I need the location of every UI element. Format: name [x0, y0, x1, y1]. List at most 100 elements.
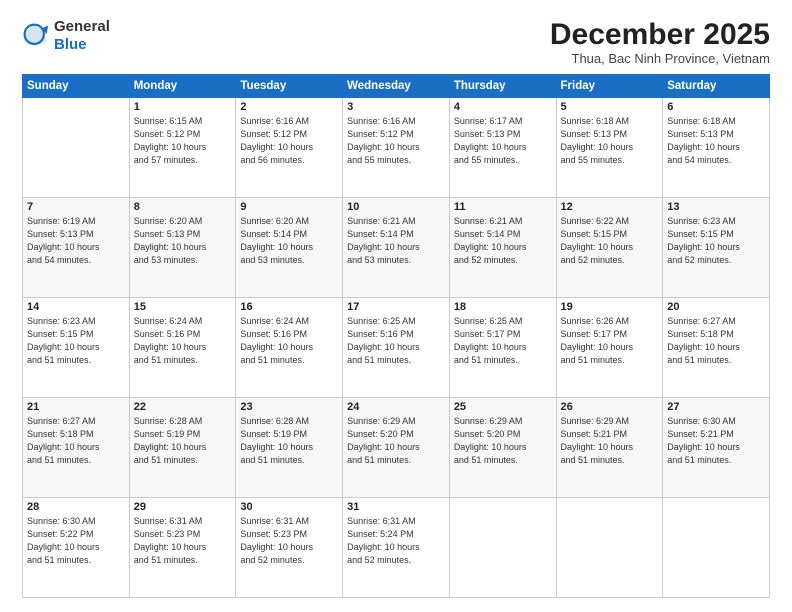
day-info: Sunrise: 6:18 AM Sunset: 5:13 PM Dayligh… — [561, 115, 659, 167]
calendar-cell: 8 Sunrise: 6:20 AM Sunset: 5:13 PM Daylig… — [129, 198, 236, 298]
calendar-week-2: 7Sunrise: 6:19 AM Sunset: 5:13 PM Daylig… — [23, 198, 770, 298]
day-number: 24 — [347, 401, 445, 413]
day-info: Sunrise: 6:23 AM Sunset: 5:15 PM Dayligh… — [667, 215, 765, 267]
day-number: 28 — [27, 501, 125, 513]
logo: General Blue — [22, 18, 110, 54]
location: Thua, Bac Ninh Province, Vietnam — [550, 51, 770, 66]
day-number: 21 — [27, 401, 125, 413]
calendar-cell: 3 Sunrise: 6:16 AM Sunset: 5:12 PM Daylig… — [343, 98, 450, 198]
day-info: Sunrise: 6:21 AM Sunset: 5:14 PM Dayligh… — [347, 215, 445, 267]
calendar-header-row: Sunday Monday Tuesday Wednesday Thursday… — [23, 75, 770, 98]
calendar-cell: 22 Sunrise: 6:28 AM Sunset: 5:19 PM Dayli… — [129, 398, 236, 498]
calendar-cell: 21Sunrise: 6:27 AM Sunset: 5:18 PM Dayli… — [23, 398, 130, 498]
calendar-cell: 31 Sunrise: 6:31 AM Sunset: 5:24 PM Dayli… — [343, 498, 450, 598]
day-info: Sunrise: 6:31 AM Sunset: 5:23 PM Dayligh… — [134, 515, 232, 567]
day-info: Sunrise: 6:29 AM Sunset: 5:20 PM Dayligh… — [454, 415, 552, 467]
calendar-cell: 23 Sunrise: 6:28 AM Sunset: 5:19 PM Dayli… — [236, 398, 343, 498]
day-info: Sunrise: 6:30 AM Sunset: 5:22 PM Dayligh… — [27, 515, 125, 567]
calendar-cell — [449, 498, 556, 598]
day-number: 16 — [240, 301, 338, 313]
col-sunday: Sunday — [23, 75, 130, 98]
day-number: 5 — [561, 101, 659, 113]
calendar-cell: 19Sunrise: 6:26 AM Sunset: 5:17 PM Dayli… — [556, 298, 663, 398]
logo-general: General — [54, 18, 110, 35]
month-title: December 2025 — [550, 18, 770, 51]
day-number: 26 — [561, 401, 659, 413]
day-info: Sunrise: 6:16 AM Sunset: 5:12 PM Dayligh… — [240, 115, 338, 167]
day-number: 18 — [454, 301, 552, 313]
calendar-cell: 30Sunrise: 6:31 AM Sunset: 5:23 PM Dayli… — [236, 498, 343, 598]
day-number: 9 — [240, 201, 338, 213]
day-number: 30 — [240, 501, 338, 513]
day-info: Sunrise: 6:23 AM Sunset: 5:15 PM Dayligh… — [27, 315, 125, 367]
day-number: 22 — [134, 401, 232, 413]
day-number: 7 — [27, 201, 125, 213]
day-number: 29 — [134, 501, 232, 513]
calendar-cell: 13 Sunrise: 6:23 AM Sunset: 5:15 PM Dayli… — [663, 198, 770, 298]
day-number: 20 — [667, 301, 765, 313]
day-number: 10 — [347, 201, 445, 213]
calendar-week-5: 28 Sunrise: 6:30 AM Sunset: 5:22 PM Dayli… — [23, 498, 770, 598]
calendar-cell: 15 Sunrise: 6:24 AM Sunset: 5:16 PM Dayli… — [129, 298, 236, 398]
calendar-cell: 27Sunrise: 6:30 AM Sunset: 5:21 PM Dayli… — [663, 398, 770, 498]
day-info: Sunrise: 6:27 AM Sunset: 5:18 PM Dayligh… — [667, 315, 765, 367]
day-number: 13 — [667, 201, 765, 213]
calendar-cell: 2 Sunrise: 6:16 AM Sunset: 5:12 PM Daylig… — [236, 98, 343, 198]
day-info: Sunrise: 6:29 AM Sunset: 5:20 PM Dayligh… — [347, 415, 445, 467]
calendar-week-3: 14Sunrise: 6:23 AM Sunset: 5:15 PM Dayli… — [23, 298, 770, 398]
day-number: 2 — [240, 101, 338, 113]
calendar-cell: 18 Sunrise: 6:25 AM Sunset: 5:17 PM Dayli… — [449, 298, 556, 398]
calendar-cell: 12Sunrise: 6:22 AM Sunset: 5:15 PM Dayli… — [556, 198, 663, 298]
day-info: Sunrise: 6:29 AM Sunset: 5:21 PM Dayligh… — [561, 415, 659, 467]
day-info: Sunrise: 6:24 AM Sunset: 5:16 PM Dayligh… — [134, 315, 232, 367]
day-number: 1 — [134, 101, 232, 113]
calendar-cell: 25 Sunrise: 6:29 AM Sunset: 5:20 PM Dayli… — [449, 398, 556, 498]
day-number: 12 — [561, 201, 659, 213]
day-info: Sunrise: 6:30 AM Sunset: 5:21 PM Dayligh… — [667, 415, 765, 467]
col-thursday: Thursday — [449, 75, 556, 98]
day-info: Sunrise: 6:17 AM Sunset: 5:13 PM Dayligh… — [454, 115, 552, 167]
day-number: 3 — [347, 101, 445, 113]
day-number: 11 — [454, 201, 552, 213]
logo-icon — [22, 22, 50, 50]
calendar-cell — [663, 498, 770, 598]
calendar-cell: 4Sunrise: 6:17 AM Sunset: 5:13 PM Daylig… — [449, 98, 556, 198]
title-block: December 2025 Thua, Bac Ninh Province, V… — [550, 18, 770, 66]
day-info: Sunrise: 6:28 AM Sunset: 5:19 PM Dayligh… — [134, 415, 232, 467]
day-number: 25 — [454, 401, 552, 413]
day-info: Sunrise: 6:20 AM Sunset: 5:14 PM Dayligh… — [240, 215, 338, 267]
calendar-cell: 5 Sunrise: 6:18 AM Sunset: 5:13 PM Daylig… — [556, 98, 663, 198]
calendar-cell: 20 Sunrise: 6:27 AM Sunset: 5:18 PM Dayli… — [663, 298, 770, 398]
day-number: 15 — [134, 301, 232, 313]
calendar-cell: 1 Sunrise: 6:15 AM Sunset: 5:12 PM Daylig… — [129, 98, 236, 198]
day-number: 23 — [240, 401, 338, 413]
calendar-cell: 10 Sunrise: 6:21 AM Sunset: 5:14 PM Dayli… — [343, 198, 450, 298]
day-info: Sunrise: 6:28 AM Sunset: 5:19 PM Dayligh… — [240, 415, 338, 467]
day-info: Sunrise: 6:31 AM Sunset: 5:24 PM Dayligh… — [347, 515, 445, 567]
day-info: Sunrise: 6:16 AM Sunset: 5:12 PM Dayligh… — [347, 115, 445, 167]
calendar-cell: 29 Sunrise: 6:31 AM Sunset: 5:23 PM Dayli… — [129, 498, 236, 598]
day-info: Sunrise: 6:25 AM Sunset: 5:17 PM Dayligh… — [454, 315, 552, 367]
logo-blue: Blue — [54, 36, 87, 53]
calendar-cell: 17Sunrise: 6:25 AM Sunset: 5:16 PM Dayli… — [343, 298, 450, 398]
page: General Blue December 2025 Thua, Bac Nin… — [0, 0, 792, 612]
col-wednesday: Wednesday — [343, 75, 450, 98]
col-tuesday: Tuesday — [236, 75, 343, 98]
calendar-cell: 14Sunrise: 6:23 AM Sunset: 5:15 PM Dayli… — [23, 298, 130, 398]
day-number: 31 — [347, 501, 445, 513]
calendar-cell: 24 Sunrise: 6:29 AM Sunset: 5:20 PM Dayli… — [343, 398, 450, 498]
calendar-cell: 7Sunrise: 6:19 AM Sunset: 5:13 PM Daylig… — [23, 198, 130, 298]
calendar-cell: 9 Sunrise: 6:20 AM Sunset: 5:14 PM Daylig… — [236, 198, 343, 298]
header: General Blue December 2025 Thua, Bac Nin… — [22, 18, 770, 66]
calendar-cell: 16Sunrise: 6:24 AM Sunset: 5:16 PM Dayli… — [236, 298, 343, 398]
calendar-week-1: 1 Sunrise: 6:15 AM Sunset: 5:12 PM Daylig… — [23, 98, 770, 198]
calendar-week-4: 21Sunrise: 6:27 AM Sunset: 5:18 PM Dayli… — [23, 398, 770, 498]
day-info: Sunrise: 6:20 AM Sunset: 5:13 PM Dayligh… — [134, 215, 232, 267]
col-friday: Friday — [556, 75, 663, 98]
day-number: 8 — [134, 201, 232, 213]
day-info: Sunrise: 6:15 AM Sunset: 5:12 PM Dayligh… — [134, 115, 232, 167]
logo-text: General Blue — [54, 18, 110, 54]
day-info: Sunrise: 6:26 AM Sunset: 5:17 PM Dayligh… — [561, 315, 659, 367]
col-saturday: Saturday — [663, 75, 770, 98]
calendar-cell — [556, 498, 663, 598]
